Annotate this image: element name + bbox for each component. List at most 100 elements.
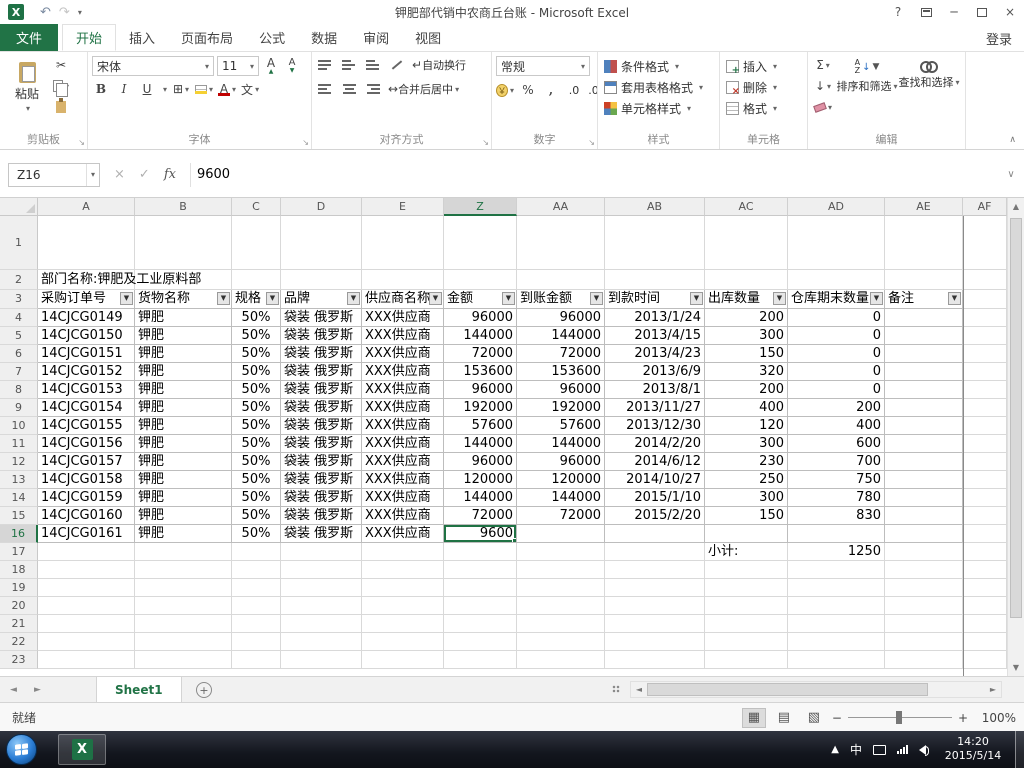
cell-AB16[interactable] (605, 525, 705, 543)
cell-Z21[interactable] (444, 615, 517, 633)
cell-A11[interactable]: 14CJCG0156 (38, 435, 135, 453)
filter-button-E[interactable]: ▼ (429, 292, 442, 305)
column-header-AA[interactable]: AA (517, 198, 605, 216)
cell-E13[interactable]: XXX供应商 (362, 471, 444, 489)
cell-D1[interactable] (281, 216, 362, 270)
cell-AB12[interactable]: 2014/6/12 (605, 453, 705, 471)
cell-AC21[interactable] (705, 615, 788, 633)
tab-formulas[interactable]: 公式 (246, 24, 298, 51)
row-header-16[interactable]: 16 (0, 525, 38, 543)
column-header-B[interactable]: B (135, 198, 232, 216)
cell-AA7[interactable]: 153600 (517, 363, 605, 381)
cell-B20[interactable] (135, 597, 232, 615)
cell-AD17[interactable]: 1250 (788, 543, 885, 561)
cell-AC3[interactable]: 出库数量 ▼ (705, 290, 788, 309)
cell-AA1[interactable] (517, 216, 605, 270)
paste-button[interactable]: 粘贴 ▾ (4, 60, 50, 113)
cell-AF5[interactable] (963, 327, 1007, 345)
cell-A23[interactable] (38, 651, 135, 669)
tab-home[interactable]: 开始 (62, 24, 117, 51)
cell-AA20[interactable] (517, 597, 605, 615)
cell-E21[interactable] (362, 615, 444, 633)
cell-Z19[interactable] (444, 579, 517, 597)
filter-button-C[interactable]: ▼ (266, 292, 279, 305)
bold-button[interactable]: B (92, 80, 110, 98)
cell-E14[interactable]: XXX供应商 (362, 489, 444, 507)
ribbon-display-options-button[interactable] (912, 0, 940, 24)
accounting-format-button[interactable]: ￥ ▾ (496, 81, 514, 99)
cell-E17[interactable] (362, 543, 444, 561)
cell-AE18[interactable] (885, 561, 963, 579)
horizontal-scroll-thumb[interactable] (647, 683, 929, 696)
customize-qat-dropdown-icon[interactable]: ▾ (78, 8, 82, 17)
cell-AA11[interactable]: 144000 (517, 435, 605, 453)
font-color-dropdown-icon[interactable]: ▾ (232, 85, 236, 94)
cell-AA9[interactable]: 192000 (517, 399, 605, 417)
cell-AE14[interactable] (885, 489, 963, 507)
cell-AA5[interactable]: 144000 (517, 327, 605, 345)
cell-C7[interactable]: 50% (232, 363, 281, 381)
cell-AD11[interactable]: 600 (788, 435, 885, 453)
cell-A20[interactable] (38, 597, 135, 615)
cell-AA17[interactable] (517, 543, 605, 561)
cell-Z6[interactable]: 72000 (444, 345, 517, 363)
cell-styles-button[interactable]: 单元格样式 ▾ (602, 98, 717, 119)
cell-AE3[interactable]: 备注 ▼ (885, 290, 963, 309)
cell-AB6[interactable]: 2013/4/23 (605, 345, 705, 363)
cell-E23[interactable] (362, 651, 444, 669)
cell-AB4[interactable]: 2013/1/24 (605, 309, 705, 327)
cell-AF23[interactable] (963, 651, 1007, 669)
cell-AC16[interactable] (705, 525, 788, 543)
cell-D10[interactable]: 袋装 俄罗斯 (281, 417, 362, 435)
merge-center-button[interactable]: ↔ 合并后居中 ▾ (388, 80, 459, 98)
cell-E16[interactable]: XXX供应商 (362, 525, 444, 543)
cell-A15[interactable]: 14CJCG0160 (38, 507, 135, 525)
column-header-C[interactable]: C (232, 198, 281, 216)
row-header-2[interactable]: 2 (0, 270, 38, 290)
font-size-select[interactable]: 11 ▾ (217, 56, 259, 76)
cell-AE1[interactable] (885, 216, 963, 270)
name-box-dropdown-icon[interactable]: ▾ (85, 163, 99, 186)
format-cells-button[interactable]: 格式 ▾ (724, 98, 805, 119)
column-header-A[interactable]: A (38, 198, 135, 216)
align-middle-button[interactable] (340, 56, 358, 74)
cell-AB23[interactable] (605, 651, 705, 669)
alignment-dialog-launcher[interactable]: ↘ (482, 138, 489, 147)
cell-D8[interactable]: 袋装 俄罗斯 (281, 381, 362, 399)
fill-dropdown-icon[interactable]: ▾ (827, 82, 831, 91)
font-size-dropdown-icon[interactable]: ▾ (250, 62, 254, 71)
cell-AC13[interactable]: 250 (705, 471, 788, 489)
zoom-slider[interactable] (847, 711, 952, 724)
filter-button-B[interactable]: ▼ (217, 292, 230, 305)
cell-AD4[interactable]: 0 (788, 309, 885, 327)
accounting-dropdown-icon[interactable]: ▾ (510, 86, 514, 95)
italic-button[interactable]: I (115, 80, 133, 98)
cell-Z4[interactable]: 96000 (444, 309, 517, 327)
cell-A17[interactable] (38, 543, 135, 561)
cell-B13[interactable]: 钾肥 (135, 471, 232, 489)
borders-button[interactable]: ⊞ ▾ (172, 80, 190, 98)
cell-D19[interactable] (281, 579, 362, 597)
cell-A2[interactable]: 部门名称:钾肥及工业原料部 (38, 270, 201, 290)
tab-file[interactable]: 文件 (0, 24, 59, 51)
cell-AE7[interactable] (885, 363, 963, 381)
clear-button[interactable]: ▾ (813, 98, 832, 116)
cell-B21[interactable] (135, 615, 232, 633)
row-header-1[interactable]: 1 (0, 216, 38, 270)
column-header-D[interactable]: D (281, 198, 362, 216)
cell-B18[interactable] (135, 561, 232, 579)
cell-Z20[interactable] (444, 597, 517, 615)
row-header-18[interactable]: 18 (0, 561, 38, 579)
cell-A5[interactable]: 14CJCG0150 (38, 327, 135, 345)
cell-E7[interactable]: XXX供应商 (362, 363, 444, 381)
cell-C18[interactable] (232, 561, 281, 579)
cell-AD20[interactable] (788, 597, 885, 615)
tab-scroll-splitter[interactable] (612, 685, 620, 695)
cell-B16[interactable]: 钾肥 (135, 525, 232, 543)
cell-AF19[interactable] (963, 579, 1007, 597)
cell-C16[interactable]: 50% (232, 525, 281, 543)
cell-AE19[interactable] (885, 579, 963, 597)
cell-AA14[interactable]: 144000 (517, 489, 605, 507)
format-dropdown-icon[interactable]: ▾ (773, 104, 777, 113)
sheet-nav-right-icon[interactable]: ► (34, 677, 41, 703)
